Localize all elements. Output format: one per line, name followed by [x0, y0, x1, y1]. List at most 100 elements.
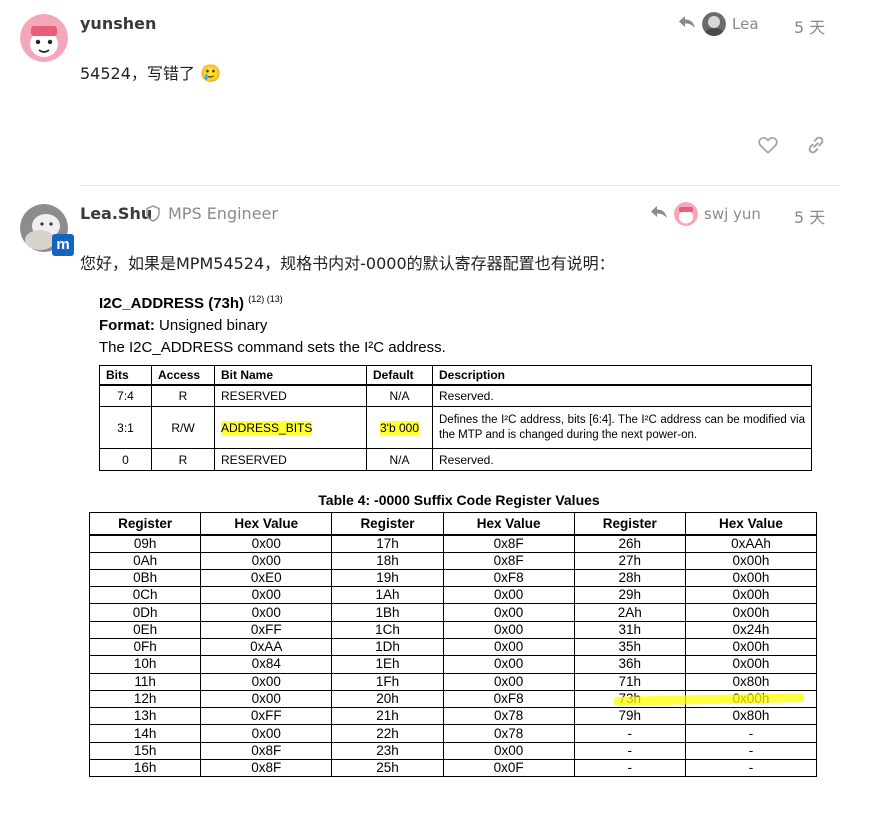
user-title: MPS Engineer	[168, 204, 278, 223]
table-cell: 0x78	[442, 724, 575, 743]
table-cell: 0x00	[442, 741, 575, 761]
table-cell: 22h	[331, 724, 444, 743]
emoji: 🥲	[200, 64, 222, 84]
reply-arrow-icon	[678, 14, 696, 34]
table-cell: 0Bh	[88, 568, 202, 588]
bit-table-header: Description	[432, 365, 812, 386]
table-cell: 0x00	[200, 724, 333, 743]
table-row: 0 R RESERVED N/A Reserved.	[99, 448, 812, 471]
table-cell: 0x00	[442, 672, 575, 691]
table-cell: 12h	[88, 689, 202, 709]
table-cell: R	[151, 384, 215, 407]
table-cell: 0xAA	[200, 637, 333, 657]
reply-to-indicator[interactable]: swj yun	[650, 202, 761, 226]
table-cell: 79h	[573, 707, 686, 726]
table-row: 10h 0x84 1Eh 0x00 36h 0x00h	[88, 655, 818, 674]
reply-to-indicator[interactable]: Lea	[678, 12, 759, 36]
table-cell: 1Ah	[331, 586, 444, 605]
format-value: Unsigned binary	[159, 317, 268, 334]
table-cell: 2Ah	[573, 603, 686, 622]
table-cell: 1Eh	[331, 655, 444, 674]
reg-table-header: Hex Value	[200, 512, 333, 536]
table-cell: 0x80h	[684, 707, 818, 726]
table-cell: 0	[99, 448, 152, 471]
link-icon[interactable]	[805, 134, 827, 156]
reply-to-avatar	[674, 202, 698, 226]
table-cell: Reserved.	[432, 448, 812, 471]
table-cell: 0xFF	[200, 620, 333, 639]
username[interactable]: yunshen	[80, 14, 156, 33]
table-cell: 0x0F	[442, 759, 575, 778]
table-cell: -	[573, 759, 686, 778]
table-cell: 13h	[88, 707, 202, 726]
register-description: The I2C_ADDRESS command sets the I²C add…	[99, 339, 446, 356]
table-cell: 0x00	[442, 637, 575, 657]
table-cell: 0x00	[442, 655, 575, 674]
table-row: 13h 0xFF 21h 0x78 79h 0x80h	[88, 707, 818, 726]
table-cell: 0Ch	[88, 586, 202, 605]
register-title-text: I2C_ADDRESS (73h)	[99, 295, 245, 312]
table-cell: 0x00	[200, 603, 333, 622]
table-cell: 0x00h	[684, 586, 818, 605]
table-cell: 0x8F	[442, 551, 575, 570]
post-yunshen: yunshen Lea 5 天 54524，写错了 🥲	[0, 0, 875, 185]
table-cell: -	[684, 724, 818, 743]
table-cell: 19h	[331, 568, 444, 588]
table-cell: 0xE0	[200, 568, 333, 588]
register-values-table: Register Hex Value Register Hex Value Regist…	[88, 512, 818, 778]
reply-to-name: Lea	[732, 15, 759, 33]
table-cell: 10h	[88, 655, 202, 674]
table-cell: 09h	[88, 534, 202, 553]
table-cell: 29h	[573, 586, 686, 605]
shield-icon	[146, 205, 160, 226]
table-cell: 18h	[331, 551, 444, 570]
bit-table: Bits Access Bit Name Default Description…	[99, 365, 812, 471]
table-row: 0Dh 0x00 1Bh 0x00 2Ah 0x00h	[88, 603, 818, 622]
heart-icon[interactable]	[757, 134, 779, 156]
reply-to-name: swj yun	[704, 205, 761, 223]
table-cell: RESERVED	[214, 448, 367, 471]
table-cell: 20h	[331, 689, 444, 709]
table-cell: 0x8F	[200, 741, 333, 761]
table-cell: 0Eh	[88, 620, 202, 639]
table-row: 7:4 R RESERVED N/A Reserved.	[99, 384, 812, 407]
table-cell: 17h	[331, 534, 444, 553]
table-cell: R/W	[151, 406, 215, 449]
table4-caption: Table 4: -0000 Suffix Code Register Valu…	[318, 492, 600, 508]
post-date[interactable]: 5 天	[794, 204, 825, 228]
post-text: 54524，写错了	[80, 64, 195, 83]
table-cell: 28h	[573, 568, 686, 588]
table-cell: 21h	[331, 707, 444, 726]
table-cell: 1Fh	[331, 672, 444, 691]
reg-table-header: Hex Value	[442, 512, 575, 536]
reg-table-header: Register	[331, 512, 444, 536]
table-row: 0Ah 0x00 18h 0x8F 27h 0x00h	[88, 551, 818, 570]
table-cell: 25h	[331, 759, 444, 778]
table-row: 16h 0x8F 25h 0x0F - -	[88, 759, 818, 778]
table-cell: -	[573, 741, 686, 761]
reg-table-header: Hex Value	[684, 512, 818, 536]
table-cell: 0x00h	[684, 655, 818, 674]
post-body: 54524，写错了 🥲	[80, 60, 221, 84]
table-cell: 0x00	[200, 551, 333, 570]
register-title: I2C_ADDRESS (73h) (12) (13)	[99, 294, 283, 312]
table-cell: Defines the I²C address, bits [6:4]. The…	[432, 406, 812, 449]
table-cell: 31h	[573, 620, 686, 639]
table-cell: 1Ch	[331, 620, 444, 639]
username[interactable]: Lea.Shu	[80, 204, 152, 223]
table-cell: 27h	[573, 551, 686, 570]
post-date[interactable]: 5 天	[794, 14, 825, 38]
table-cell: 0x80h	[684, 672, 818, 691]
table-cell: 0Dh	[88, 603, 202, 622]
table-cell: 0x00	[200, 689, 333, 709]
table-cell: 0Fh	[88, 637, 202, 657]
format-label: Format:	[99, 317, 155, 334]
table-row: 0Fh 0xAA 1Dh 0x00 35h 0x00h	[88, 637, 818, 657]
highlighted-bit-name: ADDRESS_BITS	[221, 420, 313, 435]
table-row: 15h 0x8F 23h 0x00- -	[88, 741, 818, 761]
table-row: 11h 0x00 1Fh 0x00 71h 0x80h	[88, 672, 818, 691]
table-cell: RESERVED	[214, 384, 367, 407]
avatar-yunshen[interactable]	[20, 14, 68, 62]
staff-badge: m	[52, 234, 74, 256]
table-row: 14h 0x00 22h 0x78- -	[88, 724, 818, 743]
